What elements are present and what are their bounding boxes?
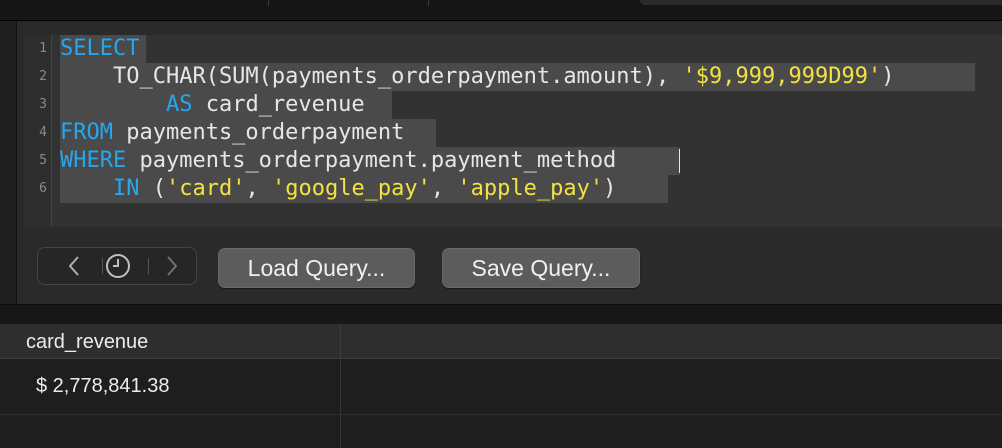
table-header: card_revenue <box>0 324 1002 359</box>
load-query-button[interactable]: Load Query... <box>218 248 415 288</box>
sql-keyword: IN <box>112 176 140 201</box>
query-window: 1 2 3 4 5 6 SELECT TO_CHAR(SUM(payments_… <box>0 0 1002 448</box>
table-row-empty <box>0 415 1002 448</box>
sql-string: '$9,999,999D99' <box>682 64 882 89</box>
table-cell-empty <box>0 415 341 448</box>
code-line[interactable]: TO_CHAR(SUM(payments_orderpayment.amount… <box>60 63 895 91</box>
sql-string: 'google_pay' <box>271 176 431 201</box>
line-number: 2 <box>39 69 47 84</box>
line-number: 1 <box>39 41 47 56</box>
code-area[interactable]: 1 2 3 4 5 6 SELECT TO_CHAR(SUM(payments_… <box>25 35 1002 227</box>
sql-text: payments_orderpayment.payment_method <box>126 148 630 173</box>
tab-divider <box>428 0 429 6</box>
text-cursor <box>679 149 680 173</box>
save-query-button[interactable]: Save Query... <box>442 248 640 288</box>
sql-text: ( <box>139 176 166 201</box>
line-number: 6 <box>39 181 47 196</box>
sql-keyword: AS <box>165 92 193 117</box>
code-line[interactable]: IN ('card', 'google_pay', 'apple_pay') <box>60 175 616 203</box>
line-number: 4 <box>39 125 47 140</box>
line-number-gutter: 1 2 3 4 5 6 <box>25 35 52 227</box>
nav-divider <box>148 258 149 274</box>
table-cell[interactable]: $ 2,778,841.38 <box>0 359 341 414</box>
sql-editor[interactable]: 1 2 3 4 5 6 SELECT TO_CHAR(SUM(payments_… <box>17 21 1002 304</box>
sql-keyword: SELECT <box>60 36 140 61</box>
table-cell-empty <box>341 359 1002 414</box>
chevron-right-icon[interactable] <box>150 248 194 284</box>
sql-text: ) <box>603 176 617 201</box>
tab-strip <box>0 0 1002 21</box>
sql-keyword: FROM <box>60 120 113 145</box>
line-number: 5 <box>39 153 47 168</box>
sql-text: ) <box>881 64 895 89</box>
chevron-left-icon[interactable] <box>52 248 96 284</box>
line-number: 3 <box>39 97 47 112</box>
code-line[interactable]: AS card_revenue <box>60 91 365 119</box>
sql-text: , <box>245 176 272 201</box>
sql-text: TO_CHAR(SUM(payments_orderpayment.amount… <box>60 64 683 89</box>
sql-keyword: WHERE <box>60 148 127 173</box>
code-line[interactable]: WHERE payments_orderpayment.payment_meth… <box>60 147 630 175</box>
clock-icon[interactable] <box>96 248 140 284</box>
history-nav <box>37 247 197 285</box>
tab-active[interactable] <box>640 0 1002 5</box>
results-table: card_revenue $ 2,778,841.38 <box>0 324 1002 448</box>
sql-text: , <box>430 176 458 201</box>
pane-divider[interactable] <box>0 304 1002 325</box>
code-line[interactable]: FROM payments_orderpayment <box>60 119 404 147</box>
sql-string: 'card' <box>165 176 246 201</box>
sidebar-edge <box>0 21 17 304</box>
code-line[interactable]: SELECT <box>60 35 139 63</box>
tab-divider <box>268 0 269 6</box>
sql-string: 'apple_pay' <box>457 176 604 201</box>
sql-text: card_revenue <box>192 92 365 117</box>
sql-text: payments_orderpayment <box>112 120 405 145</box>
table-row[interactable]: $ 2,778,841.38 <box>0 359 1002 415</box>
column-header-card-revenue[interactable]: card_revenue <box>0 324 341 358</box>
